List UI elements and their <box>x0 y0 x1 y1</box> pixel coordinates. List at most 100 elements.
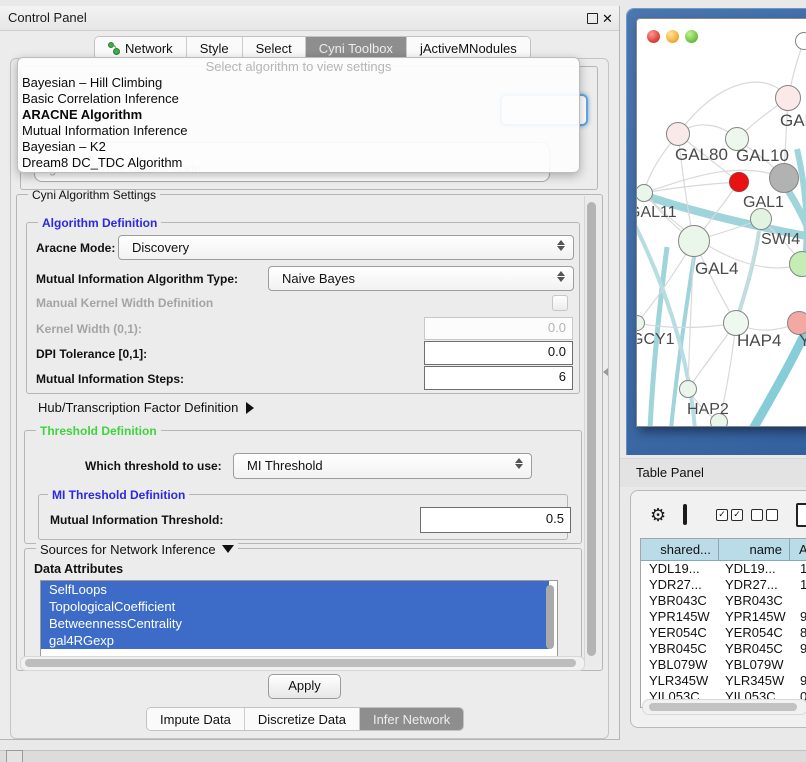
column-header-clipped[interactable]: A <box>790 539 806 560</box>
list-item-selfloops[interactable]: SelfLoops <box>41 581 549 598</box>
kernel-width-field[interactable]: 0.0 <box>424 317 573 340</box>
settings-vertical-scrollbar-thumb[interactable] <box>587 202 596 656</box>
tab-style[interactable]: Style <box>187 37 243 59</box>
mi-threshold-label: Mutual Information Threshold: <box>50 513 223 527</box>
mi-type-value: Naive Bayes <box>282 271 355 286</box>
mi-steps-field[interactable]: 6 <box>424 366 573 390</box>
mi-threshold-group-title: MI Threshold Definition <box>48 488 189 502</box>
control-panel-titlebar[interactable]: Control Panel ✕ <box>0 6 619 31</box>
table-row[interactable]: YLR345WYLR345W9. <box>641 673 806 689</box>
table-horizontal-scrollbar[interactable] <box>642 699 806 715</box>
dropdown-item-aracne[interactable]: ARACNE Algorithm <box>18 107 579 123</box>
collapse-down-icon[interactable] <box>222 545 234 553</box>
dpi-tolerance-field[interactable]: 0.0 <box>424 341 573 365</box>
expand-right-icon[interactable] <box>246 402 254 414</box>
cyni-algorithm-settings-title: Cyni Algorithm Settings <box>28 188 160 202</box>
table-row[interactable]: YER054CYER054C8. <box>641 625 806 641</box>
deselect-all-checkboxes-icon[interactable] <box>751 509 778 521</box>
table-horizontal-scrollbar-thumb[interactable] <box>649 703 797 711</box>
dropdown-item-dream8[interactable]: Dream8 DC_TDC Algorithm <box>18 155 579 171</box>
table-row[interactable]: YPR145WYPR145W9. <box>641 609 806 625</box>
network-edges <box>637 19 806 426</box>
node-label-gcy1: GCY1 <box>636 331 675 349</box>
column-header-name[interactable]: name <box>719 539 790 560</box>
dropdown-item-mutual-information[interactable]: Mutual Information Inference <box>18 123 579 139</box>
which-threshold-combobox[interactable]: MI Threshold <box>233 453 532 479</box>
node-label-hap4: HAP4 <box>737 331 781 351</box>
new-table-icon[interactable] <box>796 503 806 527</box>
tab-discretize-data[interactable]: Discretize Data <box>245 708 360 730</box>
hub-factor-label: Hub/Transcription Factor Definition <box>38 400 238 415</box>
dropdown-item-bayesian-k2[interactable]: Bayesian – K2 <box>18 139 579 155</box>
settings-horizontal-scrollbar-thumb[interactable] <box>25 659 576 667</box>
tab-select[interactable]: Select <box>243 37 306 59</box>
tab-network-label: Network <box>125 41 173 56</box>
node-table: shared... name A YDL19...YDL19...13 YDR2… <box>640 538 806 708</box>
data-attributes-list[interactable]: SelfLoops TopologicalCoefficient Between… <box>40 580 558 658</box>
network-view[interactable]: GAL80 GAL10 GAL1 GAL11 SWI4 GAL4 GCY1 HA… <box>636 18 806 427</box>
aracne-mode-label: Aracne Mode: <box>36 241 115 255</box>
list-item-gal4rgexp[interactable]: gal4RGexp <box>41 632 549 649</box>
table-row[interactable]: YDL19...YDL19...13 <box>641 561 806 577</box>
table-panel-header: Table Panel <box>620 458 806 487</box>
aracne-mode-combobox[interactable]: Discovery <box>118 235 574 260</box>
float-window-icon[interactable] <box>587 13 598 24</box>
table-row[interactable]: YBR045CYBR045C9. <box>641 641 806 657</box>
table-row[interactable]: YBL079WYBL079W <box>641 657 806 673</box>
hub-factor-expander[interactable]: Hub/Transcription Factor Definition <box>38 400 254 415</box>
select-all-checkboxes-icon[interactable]: ✓✓ <box>716 509 743 521</box>
network-node-gal1-red[interactable] <box>729 172 749 192</box>
aracne-mode-value: Discovery <box>132 240 189 255</box>
node-label-gal10: GAL10 <box>736 146 789 166</box>
network-node-gray[interactable] <box>769 163 799 193</box>
network-node-gal4[interactable] <box>678 225 710 257</box>
network-node-gal-pink[interactable] <box>775 85 801 111</box>
collapsed-panel-icon[interactable] <box>6 750 23 762</box>
control-panel-title: Control Panel <box>8 10 87 25</box>
mi-threshold-field[interactable]: 0.5 <box>420 507 571 533</box>
close-icon[interactable]: ✕ <box>602 12 613 25</box>
split-columns-icon[interactable] <box>683 504 687 525</box>
screen: Control Panel ✕ Network Style Select Cyn… <box>0 0 806 762</box>
mi-type-combobox[interactable]: Naive Bayes <box>268 266 574 291</box>
table-header-row: shared... name A <box>641 539 806 561</box>
table-row[interactable]: YDR27...YDR27...12 <box>641 577 806 593</box>
tab-jactivemnodules[interactable]: jActiveMNodules <box>407 37 530 59</box>
tab-cyni-toolbox[interactable]: Cyni Toolbox <box>306 37 407 59</box>
list-scrollbar-thumb[interactable] <box>546 585 554 649</box>
apply-button[interactable]: Apply <box>268 674 341 699</box>
network-window-frame[interactable]: GAL80 GAL10 GAL1 GAL11 SWI4 GAL4 GCY1 HA… <box>626 8 806 455</box>
node-label-y-clipped: Y <box>799 331 806 351</box>
bottom-status-strip <box>0 750 806 762</box>
combo-updown-icon <box>557 270 566 283</box>
mi-steps-label: Mutual Information Steps: <box>36 372 184 386</box>
dropdown-item-bayesian-hill-climbing[interactable]: Bayesian – Hill Climbing <box>18 75 579 91</box>
column-header-shared-name[interactable]: shared... <box>641 539 719 560</box>
node-label-swi4: SWI4 <box>761 231 800 249</box>
network-node-hap2[interactable] <box>679 380 697 398</box>
gear-icon[interactable]: ⚙ <box>650 506 666 524</box>
data-attributes-label: Data Attributes <box>34 562 123 576</box>
dropdown-item-basic-correlation[interactable]: Basic Correlation Inference <box>18 91 579 107</box>
panel-resize-handle-icon[interactable] <box>603 368 608 376</box>
combo-updown-icon <box>515 457 524 470</box>
list-item-topologicalcoefficient[interactable]: TopologicalCoefficient <box>41 598 549 615</box>
list-item-betweennesscentrality[interactable]: BetweennessCentrality <box>41 615 549 632</box>
table-panel-title: Table Panel <box>636 465 704 480</box>
sources-group-title[interactable]: Sources for Network Inference <box>36 542 238 557</box>
tab-impute-data[interactable]: Impute Data <box>147 708 245 730</box>
table-row[interactable]: YBR043CYBR043C <box>641 593 806 609</box>
manual-kernel-checkbox[interactable] <box>552 295 568 311</box>
node-label-gal11: GAL11 <box>636 204 677 222</box>
settings-vertical-scrollbar[interactable] <box>584 196 600 666</box>
tab-infer-network[interactable]: Infer Network <box>360 708 463 730</box>
node-label-gal-clipped: GAL <box>780 111 806 131</box>
network-node[interactable] <box>795 32 806 50</box>
network-node-gal80[interactable] <box>666 122 690 146</box>
algorithm-dropdown-popup: Select algorithm to view settings Bayesi… <box>17 57 580 173</box>
tab-network[interactable]: Network <box>95 37 187 59</box>
which-threshold-label: Which threshold to use: <box>85 459 222 473</box>
settings-horizontal-scrollbar[interactable] <box>20 656 585 671</box>
dpi-tolerance-label: DPI Tolerance [0,1]: <box>36 347 147 361</box>
bottom-tabs: Impute Data Discretize Data Infer Networ… <box>146 707 464 731</box>
